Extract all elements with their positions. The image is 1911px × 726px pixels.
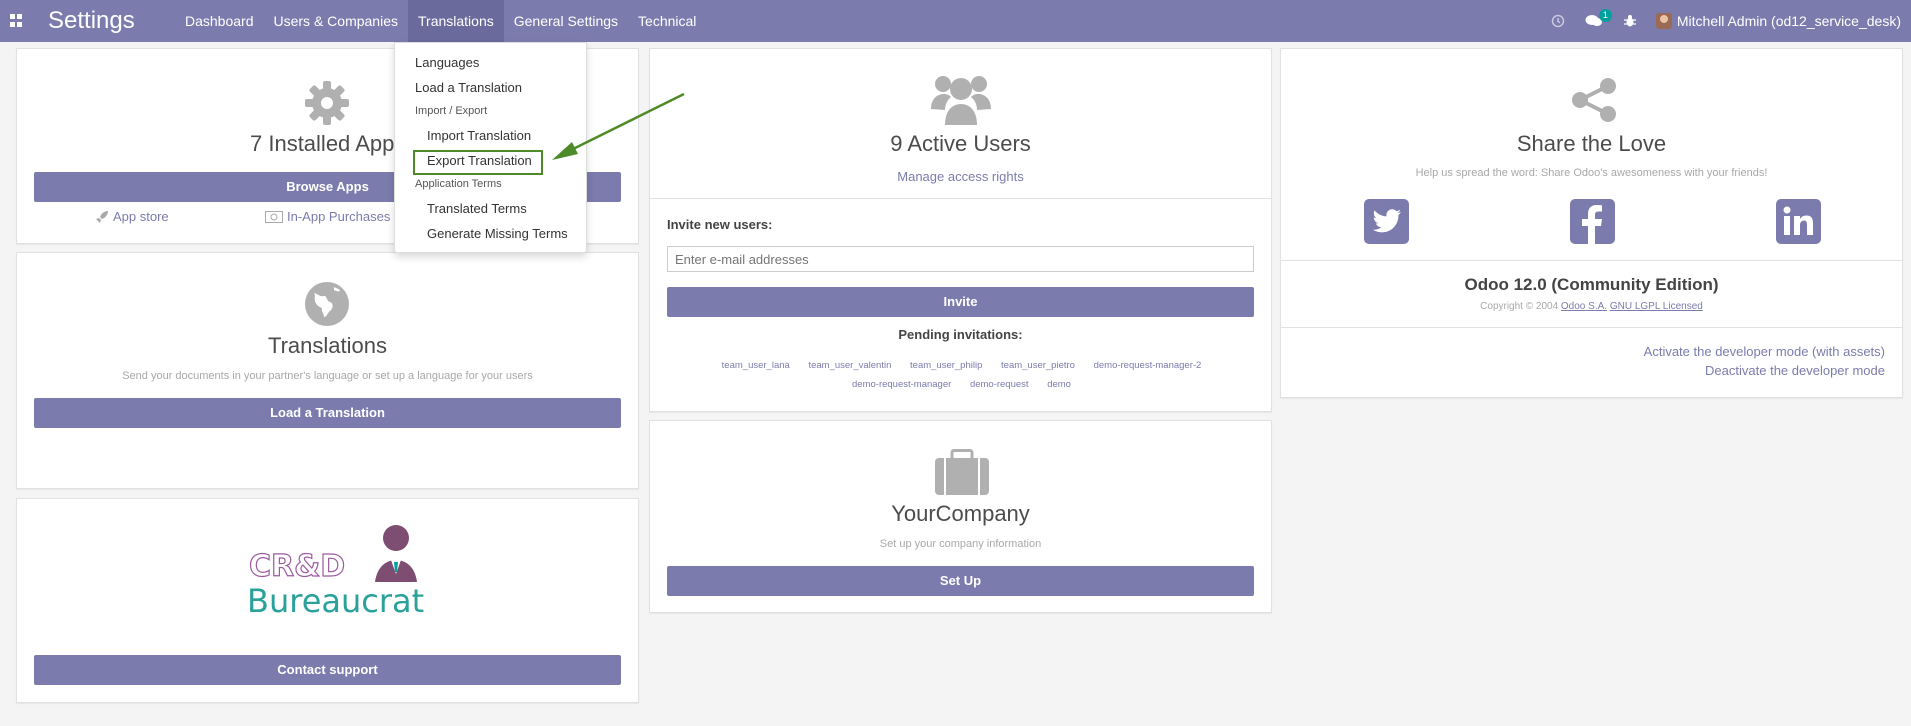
pending-user[interactable]: demo-request [970,379,1029,390]
translations-title: Translations [267,333,387,358]
highlight-box [413,150,543,175]
bureaucrat-logo: CR&D Bureaucrat [233,524,443,620]
pending-invitations-label: Pending invitations: [898,327,1023,342]
active-users-title: 9 Active Users [890,131,1031,156]
support-card: CR&D Bureaucrat Contact support [16,498,639,703]
menu-technical[interactable]: Technical [628,0,706,42]
menu-general-settings[interactable]: General Settings [504,0,628,42]
menu-translated-terms[interactable]: Translated Terms [427,201,527,216]
manage-access-rights-link[interactable]: Manage access rights [650,169,1271,184]
menu-dashboard[interactable]: Dashboard [175,0,264,42]
email-input[interactable] [667,246,1254,272]
divider [1281,327,1902,328]
pending-user[interactable]: demo [1047,379,1071,390]
copyright-line: Copyright © 2004 Odoo S.A. GNU LGPL Lice… [1480,301,1703,312]
share-title: Share the Love [1516,131,1667,156]
activity-clock-icon[interactable] [1545,0,1571,42]
messages-icon[interactable]: 1 [1581,0,1612,42]
share-subtitle: Help us spread the word: Share Odoo's aw… [1415,167,1768,179]
debug-bug-icon[interactable] [1617,0,1643,42]
avatar [1655,13,1672,29]
menu-languages[interactable]: Languages [415,55,479,70]
company-title: YourCompany [891,501,1030,526]
users-group-icon [931,73,991,130]
company-card: YourCompany Set up your company informat… [649,420,1272,613]
translations-card: Translations Send your documents in your… [16,252,639,489]
invite-button[interactable]: Invite [667,287,1254,317]
menu-generate-missing-terms[interactable]: Generate Missing Terms [427,226,568,241]
page-title: Settings [48,7,135,34]
svg-text:Bureaucrat: Bureaucrat [247,582,424,619]
facebook-icon[interactable] [1570,199,1615,244]
invite-label: Invite new users: [667,217,773,232]
share-icon [1571,77,1617,128]
installed-apps-title: 7 Installed Apps [250,131,406,156]
top-navbar: Settings Dashboard Users & Companies Tra… [0,0,1911,42]
linkedin-icon[interactable] [1776,199,1821,244]
pending-user[interactable]: demo-request-manager-2 [1094,360,1202,371]
translations-subtitle: Send your documents in your partner's la… [122,370,533,382]
money-icon [265,210,283,223]
user-menu[interactable]: Mitchell Admin (od12_service_desk) [1655,13,1901,29]
load-translation-button[interactable]: Load a Translation [34,398,621,428]
annotation-arrow [552,92,685,160]
pending-user[interactable]: demo-request-manager [852,379,951,390]
divider [650,198,1271,199]
briefcase-icon [935,449,989,500]
company-subtitle: Set up your company information [879,538,1042,550]
import-export-header: Import / Export [415,105,488,117]
application-terms-header: Application Terms [415,178,502,190]
activate-dev-mode-assets-link[interactable]: Activate the developer mode (with assets… [1644,344,1885,359]
main-menu: Dashboard Users & Companies Translations… [175,0,706,42]
gear-icon [303,79,351,132]
menu-import-translation[interactable]: Import Translation [427,128,531,143]
globe-icon [304,281,350,332]
pending-user[interactable]: team_user_lana [722,360,790,371]
menu-users-companies[interactable]: Users & Companies [264,0,409,42]
menu-load-translation[interactable]: Load a Translation [415,80,522,95]
menu-translations[interactable]: Translations [408,0,504,42]
license-link[interactable]: GNU LGPL Licensed [1610,301,1703,312]
messages-badge: 1 [1598,9,1612,22]
twitter-icon[interactable] [1364,199,1409,244]
edition-title: Odoo 12.0 (Community Edition) [1464,275,1719,294]
in-app-purchases-link[interactable]: In-App Purchases [265,209,390,224]
systray: 1 Mitchell Admin (od12_service_desk) [1540,0,1911,42]
app-store-link[interactable]: App store [95,209,169,224]
divider [1281,260,1902,261]
pending-user[interactable]: team_user_pietro [1001,360,1075,371]
deactivate-dev-mode-link[interactable]: Deactivate the developer mode [1705,363,1885,378]
users-card: 9 Active Users Manage access rights Invi… [649,48,1272,412]
rocket-icon [96,210,108,223]
set-up-button[interactable]: Set Up [667,566,1254,596]
user-name: Mitchell Admin (od12_service_desk) [1676,13,1901,29]
pending-invitations-list: team_user_lana team_user_valentin team_u… [690,356,1233,394]
svg-text:CR&D: CR&D [249,549,345,584]
pending-user[interactable]: team_user_philip [910,360,982,371]
share-card: Share the Love Help us spread the word: … [1280,48,1903,398]
pending-user[interactable]: team_user_valentin [808,360,891,371]
contact-support-button[interactable]: Contact support [34,655,621,685]
odoo-sa-link[interactable]: Odoo S.A. [1561,301,1607,312]
apps-grid-icon[interactable] [10,14,24,28]
